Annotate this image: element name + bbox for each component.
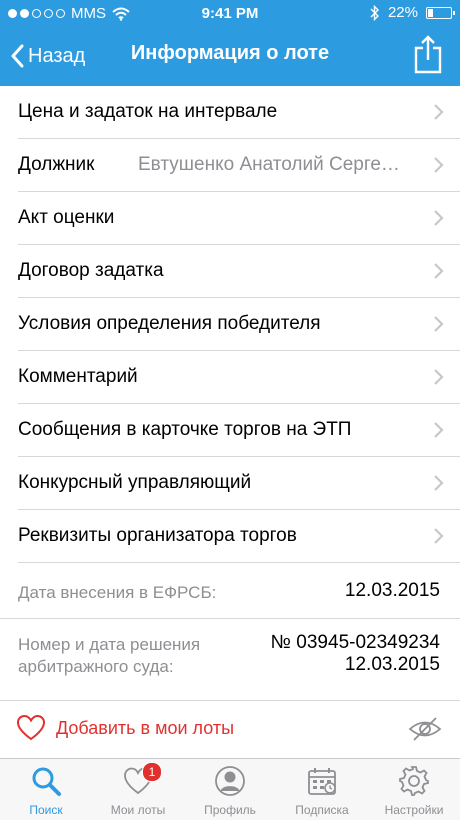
tab-label: Мои лоты [110, 803, 166, 817]
tab-bar: Поиск 1 Мои лоты Профиль Подписка Настро… [0, 758, 460, 820]
row-debtor[interactable]: Должник Евтушенко Анатолий Сергеевич [18, 139, 460, 192]
row-label: Реквизиты организатора торгов [18, 525, 297, 546]
efrsb-date-label: Дата внесения в ЕФРСБ: [18, 583, 217, 602]
row-price-deposit[interactable]: Цена и задаток на интервале [18, 86, 460, 139]
battery-percent: 22% [387, 4, 418, 21]
divider [0, 700, 460, 701]
chevron-right-icon [434, 475, 444, 491]
back-button[interactable]: Назад [10, 38, 85, 74]
tab-settings[interactable]: Настройки [368, 759, 460, 821]
back-label: Назад [28, 44, 86, 67]
tab-subscription[interactable]: Подписка [276, 759, 368, 821]
row-label: Условия определения победителя [18, 313, 321, 334]
header: MMS 9:41 PM 22% Назад Информация о лоте [0, 0, 460, 86]
row-label: Цена и задаток на интервале [18, 101, 278, 122]
page-title: Информация о лоте [130, 42, 330, 64]
row-label: Сообщения в карточке торгов на ЭТП [18, 419, 352, 440]
row-organizer-details[interactable]: Реквизиты организатора торгов [18, 510, 460, 563]
tab-profile[interactable]: Профиль [184, 759, 276, 821]
court-label-line2: арбитражного суда: [18, 657, 174, 676]
court-number: № 03945-02349234 [270, 632, 440, 653]
row-label: Должник [18, 154, 95, 175]
tab-label: Профиль [204, 803, 256, 817]
tab-search[interactable]: Поиск [0, 759, 92, 821]
tab-my-lots[interactable]: 1 Мои лоты [92, 759, 184, 821]
efrsb-date-value: 12.03.2015 [344, 580, 440, 601]
calendar-icon [308, 768, 336, 795]
chevron-right-icon [434, 422, 444, 438]
row-etp-messages[interactable]: Сообщения в карточке торгов на ЭТП [18, 404, 460, 457]
add-to-my-lots-button[interactable]: Добавить в мои лоты [56, 718, 234, 739]
battery-icon [426, 6, 455, 19]
row-label: Акт оценки [18, 207, 115, 228]
favorite-row: Добавить в мои лоты [0, 706, 460, 752]
divider [0, 618, 460, 619]
profile-icon [215, 766, 245, 796]
tab-label: Подписка [295, 803, 349, 817]
notification-badge: 1 [142, 762, 162, 782]
court-date: 12.03.2015 [344, 654, 440, 675]
chevron-right-icon [434, 263, 444, 279]
row-comment[interactable]: Комментарий [18, 351, 460, 404]
court-label-line1: Номер и дата решения [18, 635, 201, 654]
row-bankruptcy-manager[interactable]: Конкурсный управляющий [18, 457, 460, 510]
tab-label: Поиск [29, 803, 63, 817]
row-valuation-act[interactable]: Акт оценки [18, 192, 460, 245]
search-icon [32, 767, 61, 796]
tab-label: Настройки [384, 803, 444, 817]
row-label: Комментарий [18, 366, 138, 387]
chevron-right-icon [434, 316, 444, 332]
navigation-bar: Назад Информация о лоте [0, 28, 460, 86]
chevron-right-icon [434, 210, 444, 226]
row-label: Конкурсный управляющий [18, 472, 252, 493]
chevron-right-icon [434, 528, 444, 544]
chevron-right-icon [434, 104, 444, 120]
lot-info-list: Цена и задаток на интервале Должник Евту… [0, 86, 460, 563]
status-right: 22% [370, 4, 455, 21]
row-label: Договор задатка [18, 260, 164, 281]
chevron-right-icon [434, 157, 444, 173]
gear-icon [399, 766, 429, 796]
row-deposit-agreement[interactable]: Договор задатка [18, 245, 460, 298]
chevron-right-icon [434, 369, 444, 385]
status-bar: MMS 9:41 PM 22% [0, 0, 460, 28]
share-icon[interactable] [412, 34, 444, 74]
hide-eye-icon[interactable] [408, 716, 442, 742]
chevron-left-icon [11, 44, 24, 68]
debtor-name: Евтушенко Анатолий Сергеевич [138, 154, 408, 175]
bluetooth-icon [370, 4, 379, 21]
row-winner-conditions[interactable]: Условия определения победителя [18, 298, 460, 351]
heart-icon[interactable] [16, 714, 46, 742]
